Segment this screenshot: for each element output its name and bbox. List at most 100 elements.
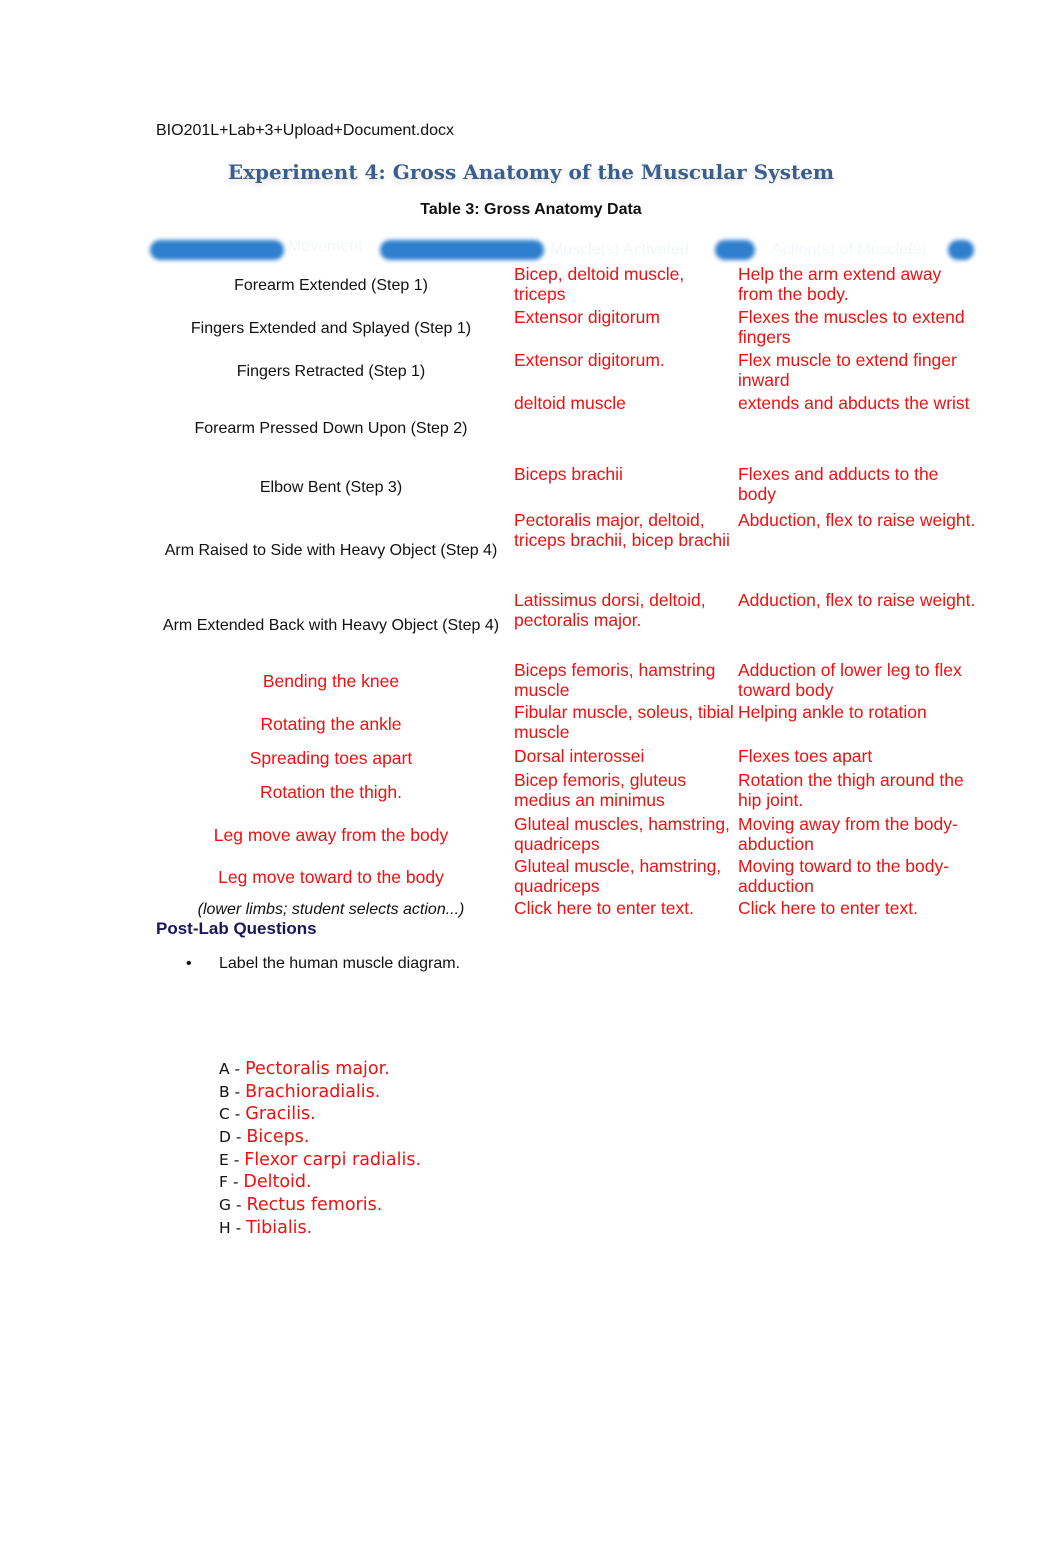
muscles-cell: Biceps femoris, hamstring muscle xyxy=(514,660,716,700)
data-table: Forearm Extended (Step 1) Bicep, deltoid … xyxy=(148,264,980,920)
muscles-cell: Bicep, deltoid muscle, triceps xyxy=(514,264,685,304)
table-row: Spreading toes apart Dorsal interossei Fle… xyxy=(148,746,980,770)
movement-cell: Bending the knee xyxy=(148,660,514,702)
diagram-label-item: B - Brachioradialis. xyxy=(219,1081,421,1104)
label-answer: Brachioradialis. xyxy=(245,1081,381,1102)
muscles-cell: Extensor digitorum. xyxy=(514,350,665,370)
header-bar-segment xyxy=(380,240,544,260)
action-cell: Flexes and adducts to the body xyxy=(738,464,939,504)
muscles-cell: Dorsal interossei xyxy=(514,746,645,766)
action-cell: Adduction of lower leg to flex toward bo… xyxy=(738,660,962,700)
action-cell: Moving away from the body- abduction xyxy=(738,814,958,854)
movement-text: Forearm Extended (Step 1) xyxy=(234,277,428,294)
label-answer: Tibialis. xyxy=(246,1217,313,1238)
movement-cell: (lower limbs; student selects action...) xyxy=(148,898,514,920)
label-answer: Rectus femoris. xyxy=(246,1195,383,1216)
movement-text: Rotating the ankle xyxy=(260,713,402,734)
label-letter: G - xyxy=(219,1196,247,1215)
movement-text: Fingers Extended and Splayed (Step 1) xyxy=(190,320,472,337)
action-cell: Flexes the muscles to extend fingers xyxy=(738,307,965,347)
muscles-cell: deltoid muscle xyxy=(514,393,626,413)
diagram-label-item: H - Tibialis. xyxy=(219,1217,421,1240)
movement-cell: Leg move toward to the body xyxy=(148,856,514,898)
table-row: Rotation the thigh. Bicep femoris, gluteu… xyxy=(148,770,980,814)
movement-cell: Rotating the ankle xyxy=(148,702,514,746)
label-answer: Biceps. xyxy=(246,1127,310,1148)
bullet-item: • Label the human muscle diagram. xyxy=(186,955,460,973)
action-cell: Rotation the thigh around the hip joint. xyxy=(738,770,964,810)
document-filename: BIO201L+Lab+3+Upload+Document.docx xyxy=(156,122,454,139)
label-letter: F - xyxy=(219,1173,244,1192)
movement-cell: Forearm Extended (Step 1) xyxy=(148,264,514,307)
muscles-cell: Gluteal muscle, hamstring, quadriceps xyxy=(514,856,722,896)
table-caption: Table 3: Gross Anatomy Data xyxy=(420,201,642,218)
movement-cell: Arm Raised to Side with Heavy Object (St… xyxy=(148,510,514,590)
movement-text: Arm Raised to Side with Heavy Object (St… xyxy=(164,541,498,559)
table-header-row: Movement Muscle(s) Activated Action(s) o… xyxy=(148,234,980,264)
movement-text: Spreading toes apart xyxy=(249,747,413,768)
table-row: Fingers Retracted (Step 1) Extensor digit… xyxy=(148,350,980,393)
header-movement: Movement xyxy=(288,238,363,255)
action-cell[interactable]: Click here to enter text. xyxy=(738,898,980,920)
movement-text: Leg move away from the body xyxy=(213,824,449,845)
header-muscles-activated: Muscle(s) Activated xyxy=(550,241,689,258)
action-cell: Helping ankle to rotation xyxy=(738,702,927,722)
label-letter: B - xyxy=(219,1082,246,1101)
label-answer: Flexor carpi radialis. xyxy=(244,1149,422,1170)
header-bar-segment xyxy=(948,240,974,260)
label-letter: H - xyxy=(219,1218,247,1237)
header-bar-segment xyxy=(150,240,284,260)
movement-cell: Fingers Retracted (Step 1) xyxy=(148,350,514,393)
header-actions: Action(s) of Muscle(s) xyxy=(772,241,927,258)
movement-cell: Arm Extended Back with Heavy Object (Ste… xyxy=(148,590,514,660)
movement-text: Bending the knee xyxy=(262,670,400,691)
label-answer: Deltoid. xyxy=(243,1172,312,1193)
label-answer: Pectoralis major. xyxy=(245,1059,390,1079)
muscles-cell: Fibular muscle, soleus, tibial muscle xyxy=(514,702,734,742)
bullet-icon: • xyxy=(186,955,192,972)
diagram-label-item: G - Rectus femoris. xyxy=(219,1194,421,1217)
action-cell: Adduction, flex to raise weight. xyxy=(738,590,976,610)
label-answer: Gracilis. xyxy=(245,1104,316,1125)
movement-text: Arm Extended Back with Heavy Object (Ste… xyxy=(162,616,500,634)
table-row: Arm Extended Back with Heavy Object (Ste… xyxy=(148,590,980,660)
action-cell: extends and abducts the wrist xyxy=(738,393,970,413)
movement-text: Rotation the thigh. xyxy=(259,781,403,802)
label-letter: C - xyxy=(219,1105,246,1124)
action-cell: Flexes toes apart xyxy=(738,746,873,766)
movement-cell: Rotation the thigh. xyxy=(148,770,514,814)
muscles-cell: Gluteal muscles, hamstring, quadriceps xyxy=(514,814,730,854)
table-row: Bending the knee Biceps femoris, hamstrin… xyxy=(148,660,980,702)
movement-text: Elbow Bent (Step 3) xyxy=(259,478,403,496)
table-row: Fingers Extended and Splayed (Step 1) Ext… xyxy=(148,307,980,350)
movement-text: (lower limbs; student selects action...) xyxy=(197,900,465,918)
table-row: (lower limbs; student selects action...)… xyxy=(148,898,980,920)
table-row: Arm Raised to Side with Heavy Object (St… xyxy=(148,510,980,590)
label-letter: E - xyxy=(219,1150,245,1169)
header-bar-segment xyxy=(715,240,755,260)
action-cell: Moving toward to the body-adduction xyxy=(738,856,950,896)
bullet-text: Label the human muscle diagram. xyxy=(219,955,461,972)
muscles-cell[interactable]: Click here to enter text. xyxy=(514,898,738,920)
movement-cell: Spreading toes apart xyxy=(148,746,514,770)
label-letter: D - xyxy=(219,1128,247,1147)
table-row: Leg move away from the body Gluteal muscl… xyxy=(148,814,980,856)
muscles-cell: Extensor digitorum xyxy=(514,307,660,327)
movement-cell: Fingers Extended and Splayed (Step 1) xyxy=(148,307,514,350)
table-row: Forearm Pressed Down Upon (Step 2) deltoi… xyxy=(148,393,980,464)
muscles-cell: Biceps brachii xyxy=(514,464,623,484)
muscles-cell: Bicep femoris, gluteus medius an minimus xyxy=(514,770,687,810)
table-row: Rotating the ankle Fibular muscle, soleus… xyxy=(148,702,980,746)
table-row: Forearm Extended (Step 1) Bicep, deltoid … xyxy=(148,264,980,307)
table-row: Leg move toward to the body Gluteal muscl… xyxy=(148,856,980,898)
post-lab-heading: Post-Lab Questions xyxy=(156,919,317,938)
movement-text: Leg move toward to the body xyxy=(218,866,444,887)
table-row: Elbow Bent (Step 3) Biceps brachii Flexes … xyxy=(148,464,980,510)
action-cell: Flex muscle to extend finger inward xyxy=(738,350,957,390)
muscles-cell: Latissimus dorsi, deltoid, pectoralis ma… xyxy=(514,590,706,630)
experiment-title: Experiment 4: Gross Anatomy of the Muscu… xyxy=(227,160,835,184)
movement-text: Forearm Pressed Down Upon (Step 2) xyxy=(194,420,468,437)
diagram-label-item: D - Biceps. xyxy=(219,1126,421,1149)
movement-cell: Leg move away from the body xyxy=(148,814,514,856)
diagram-label-item: A - Pectoralis major. xyxy=(219,1058,421,1081)
